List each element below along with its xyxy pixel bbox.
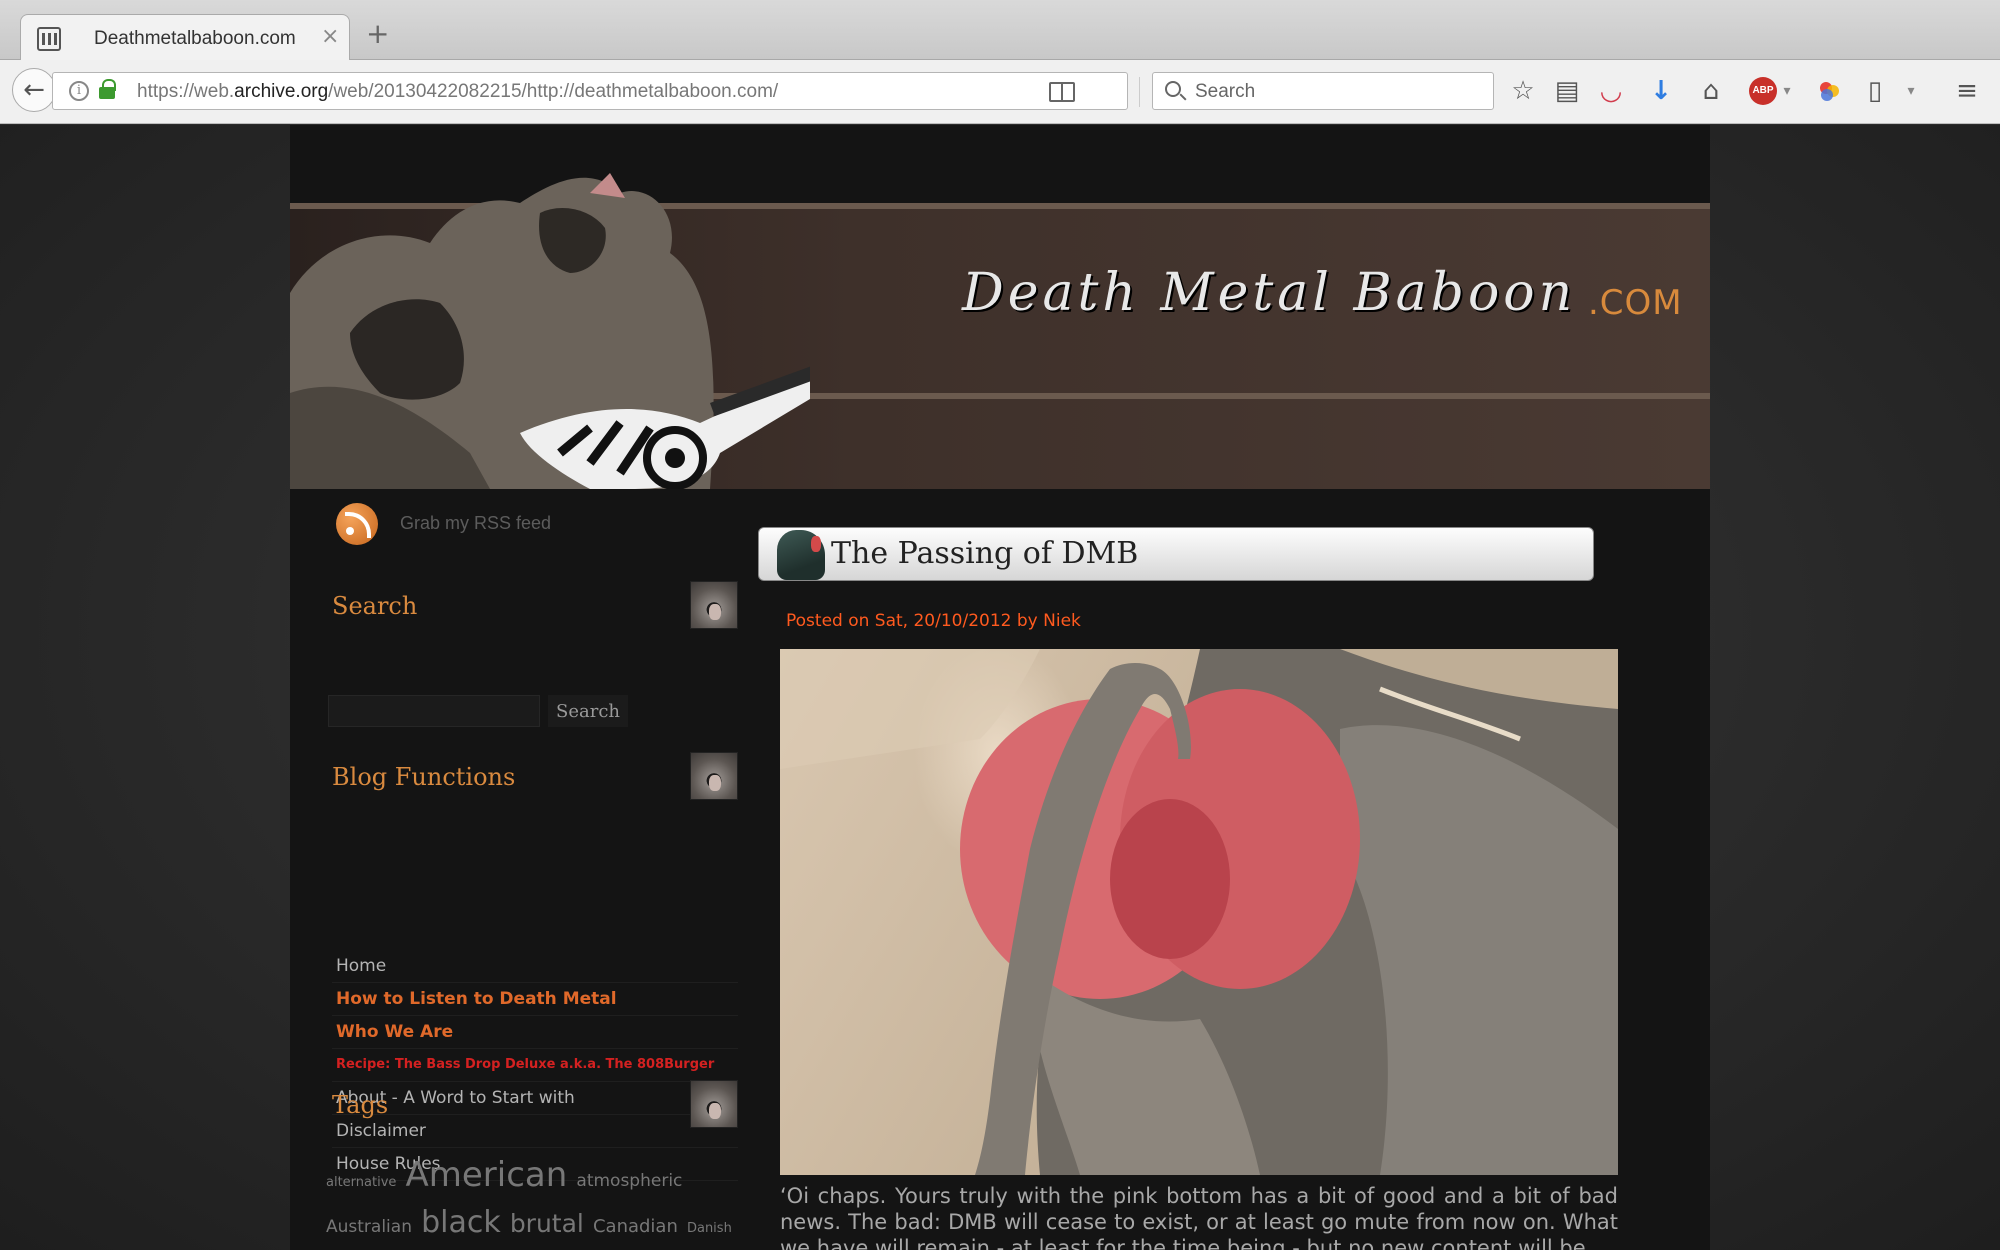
- nav-link-how-to-listen[interactable]: How to Listen to Death Metal: [332, 983, 738, 1016]
- post-baboon-photo: [780, 649, 1618, 1175]
- clipboard-dropdown-icon[interactable]: ▾: [1896, 76, 1926, 106]
- tag-link[interactable]: Australian: [326, 1217, 412, 1237]
- tag-link[interactable]: atmospheric: [576, 1171, 682, 1191]
- post-meta: Posted on Sat, 20/10/2012 by Niek: [786, 611, 1081, 631]
- baboon-head-icon: [777, 530, 825, 580]
- blog-functions-title: Blog Functions: [332, 763, 516, 791]
- colorful-extension-icon: [1820, 82, 1839, 101]
- rss-feed-icon[interactable]: [336, 503, 378, 545]
- reader-view-icon[interactable]: [1049, 82, 1075, 102]
- info-icon[interactable]: i: [69, 81, 89, 101]
- back-button[interactable]: ←: [12, 68, 56, 112]
- search-icon: [1165, 81, 1181, 97]
- menu-icon[interactable]: ≡: [1952, 76, 1982, 106]
- adblock-dropdown-icon[interactable]: ▾: [1772, 76, 1802, 106]
- site-search-input[interactable]: [328, 695, 540, 727]
- close-tab-icon[interactable]: ×: [321, 24, 339, 49]
- url-separator: [1139, 77, 1140, 107]
- tab-title: Deathmetalbaboon.com: [94, 28, 296, 49]
- extension-icon[interactable]: [1814, 76, 1844, 106]
- site-search-button[interactable]: Search: [548, 695, 628, 727]
- tags-widget-title: Tags: [332, 1091, 389, 1119]
- nav-link-home[interactable]: Home: [332, 950, 738, 983]
- search-widget-title: Search: [332, 592, 418, 620]
- tag-link[interactable]: brutal: [510, 1209, 584, 1238]
- navigation-toolbar: ← i https://web.archive.org/web/20130422…: [0, 60, 2000, 124]
- url-text[interactable]: https://web.archive.org/web/201304220822…: [137, 81, 778, 103]
- post-title-bar: The Passing of DMB: [758, 527, 1594, 581]
- tab-bar: Deathmetalbaboon.com × +: [0, 0, 2000, 61]
- screaming-baboon-icon: [690, 752, 738, 800]
- tag-link[interactable]: Canadian: [593, 1216, 678, 1237]
- active-tab[interactable]: Deathmetalbaboon.com ×: [20, 14, 350, 61]
- nav-link-disclaimer[interactable]: Disclaimer: [332, 1115, 738, 1148]
- screaming-baboon-icon: [690, 1080, 738, 1128]
- nav-link-about[interactable]: About - A Word to Start with: [332, 1082, 738, 1115]
- post-title[interactable]: The Passing of DMB: [831, 536, 1138, 571]
- clipboard-icon[interactable]: ▯: [1860, 76, 1890, 106]
- url-bar[interactable]: i https://web.archive.org/web/2013042208…: [52, 72, 1171, 110]
- tag-link[interactable]: alternative: [326, 1175, 396, 1190]
- lock-icon: [99, 79, 116, 99]
- baboon-rear-photo: [780, 649, 1618, 1175]
- blog-functions-list: Home How to Listen to Death Metal Who We…: [332, 950, 738, 1181]
- tag-link[interactable]: Danish: [687, 1221, 732, 1236]
- site-header-banner[interactable]: Death Metal Baboon .COM: [290, 173, 1710, 489]
- post-body-text: ‘Oi chaps. Yours truly with the pink bot…: [780, 1184, 1618, 1250]
- baboons-guitar-illustration: [290, 173, 810, 489]
- site-logo-tld: .COM: [1588, 283, 1683, 323]
- pocket-icon[interactable]: ◡: [1596, 76, 1626, 106]
- tag-cloud: alternative American atmospheric Austral…: [326, 1155, 746, 1249]
- bookmark-star-icon[interactable]: ☆: [1508, 76, 1538, 106]
- tag-link[interactable]: American: [406, 1155, 568, 1195]
- tag-link[interactable]: black: [421, 1205, 501, 1240]
- reading-list-icon[interactable]: ▤: [1552, 76, 1582, 106]
- nav-link-who-we-are[interactable]: Who We Are: [332, 1016, 738, 1049]
- archive-favicon-icon: [37, 27, 61, 51]
- new-tab-button[interactable]: +: [366, 20, 389, 48]
- search-bar[interactable]: Search: [1152, 72, 1494, 110]
- rss-feed-link[interactable]: Grab my RSS feed: [400, 513, 551, 534]
- home-icon[interactable]: ⌂: [1696, 76, 1726, 106]
- page-viewport: Death Metal Baboon .COM Grab my RSS feed…: [0, 125, 2000, 1250]
- site-page: Death Metal Baboon .COM Grab my RSS feed…: [290, 125, 1710, 1250]
- search-placeholder: Search: [1195, 81, 1256, 102]
- screaming-baboon-icon: [690, 581, 738, 629]
- nav-link-recipe[interactable]: Recipe: The Bass Drop Deluxe a.k.a. The …: [332, 1049, 738, 1082]
- download-icon[interactable]: ↓: [1646, 76, 1676, 106]
- site-logo-text: Death Metal Baboon: [962, 263, 1577, 323]
